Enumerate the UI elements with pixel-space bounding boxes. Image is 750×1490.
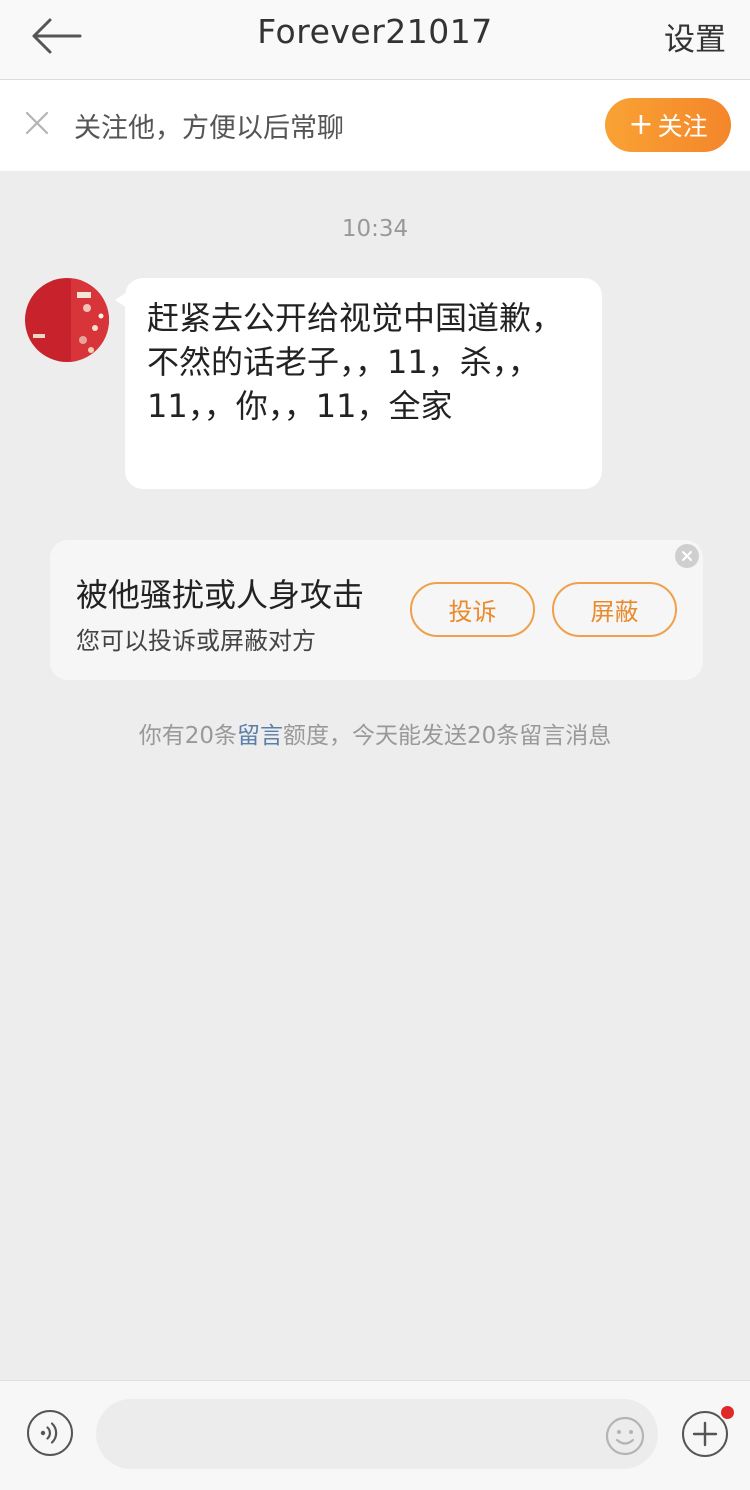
message-quota-notice: 你有20条留言额度，今天能发送20条留言消息 (0, 716, 750, 750)
card-close-button[interactable] (675, 544, 699, 568)
settings-button[interactable]: 设置 (664, 14, 726, 59)
emoji-icon[interactable] (604, 1415, 646, 1457)
plus-icon: + (628, 107, 654, 142)
follow-prompt-bar: 关注他，方便以后常聊 + 关注 (0, 80, 750, 171)
follow-button-label: 关注 (657, 112, 708, 141)
quota-link[interactable]: 留言 (237, 723, 283, 749)
quota-suffix: 额度，今天能发送20条留言消息 (283, 723, 612, 749)
sender-avatar[interactable] (25, 278, 109, 362)
avatar-image (25, 278, 109, 362)
quota-prefix: 你有20条 (138, 723, 237, 749)
card-subtitle: 您可以投诉或屏蔽对方 (76, 627, 316, 655)
follow-prompt-text: 关注他，方便以后常聊 (74, 113, 344, 144)
follow-button[interactable]: + 关注 (605, 98, 731, 152)
close-icon[interactable] (20, 106, 54, 140)
close-icon (682, 551, 692, 561)
harassment-notice-card: 被他骚扰或人身攻击 您可以投诉或屏蔽对方 投诉 屏蔽 (50, 540, 703, 680)
message-timestamp: 10:34 (341, 216, 409, 242)
message-input[interactable] (96, 1399, 658, 1469)
page-title: Forever21017 (257, 12, 493, 51)
report-button[interactable]: 投诉 (410, 582, 535, 637)
message-input-bar (0, 1380, 750, 1490)
voice-icon[interactable] (26, 1409, 74, 1457)
top-nav-bar: Forever21017 设置 (0, 0, 750, 80)
notification-dot (719, 1404, 736, 1421)
message-bubble: 赶紧去公开给视觉中国道歉，不然的话老子，，11，杀，，11，，你，，11，全家 (115, 278, 602, 489)
block-button[interactable]: 屏蔽 (552, 582, 677, 637)
card-title: 被他骚扰或人身攻击 (76, 576, 365, 614)
